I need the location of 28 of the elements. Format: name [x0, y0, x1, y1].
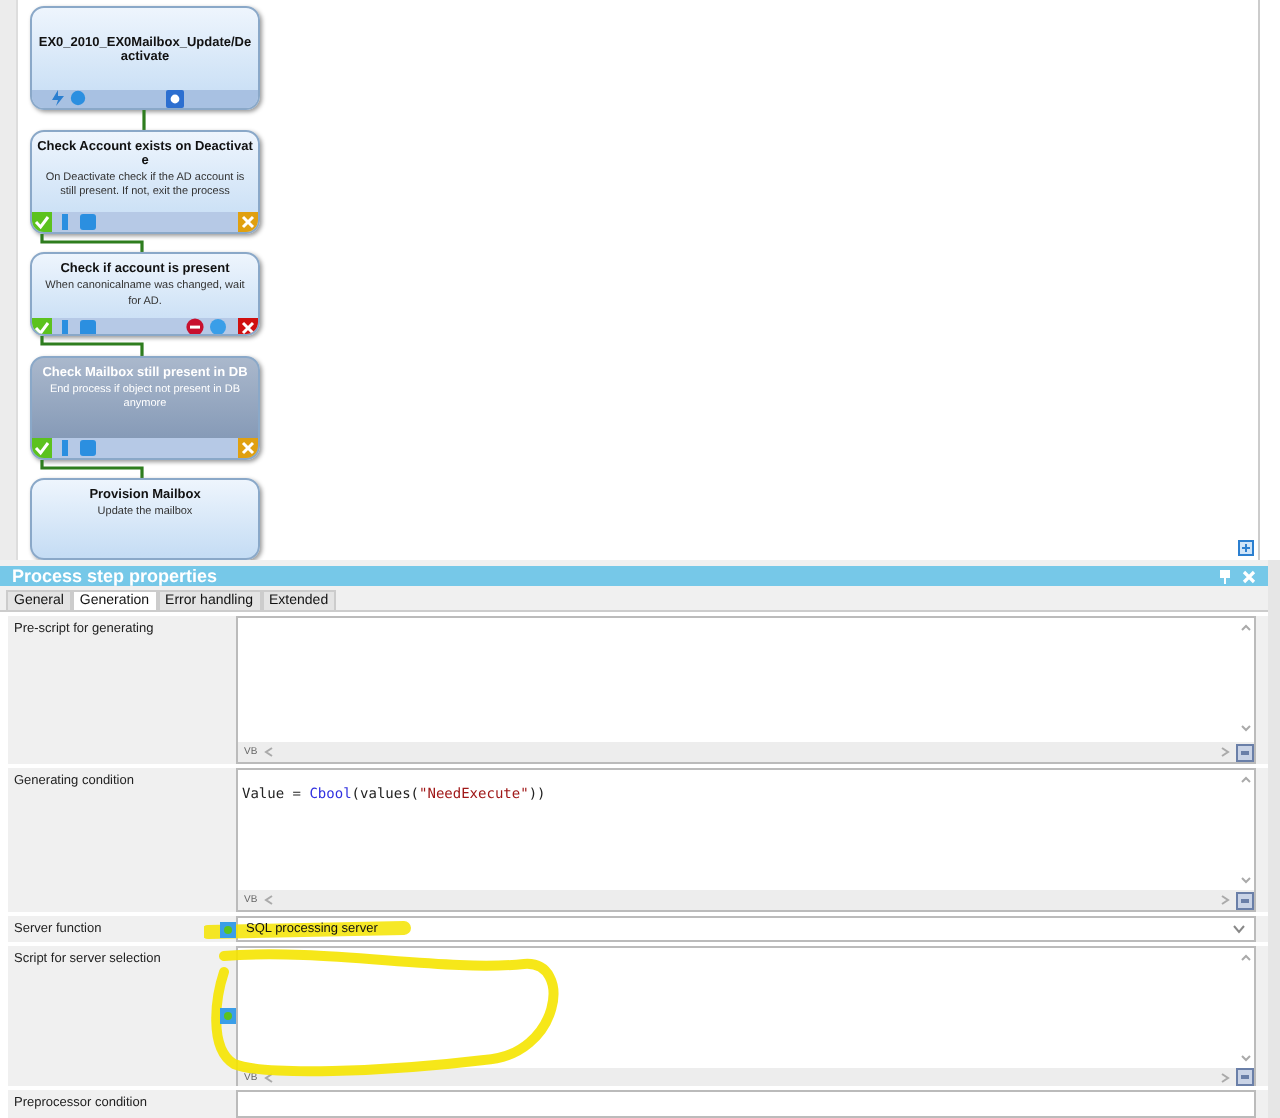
- toolbar-icon: [56, 438, 100, 457]
- check-icon[interactable]: [32, 317, 52, 335]
- scroll-right-icon[interactable]: [1220, 1071, 1230, 1083]
- expand-icon[interactable]: [1236, 1068, 1254, 1086]
- scroll-left-icon[interactable]: [263, 894, 274, 906]
- connector-line: [40, 233, 144, 253]
- scroll-left-icon[interactable]: [263, 1071, 274, 1083]
- check-icon[interactable]: [32, 211, 52, 232]
- toolbar-icon: [56, 212, 100, 231]
- pin-icon[interactable]: [1218, 569, 1232, 583]
- scroll-right-icon[interactable]: [1220, 746, 1230, 758]
- scroll-right-icon[interactable]: [1220, 894, 1230, 906]
- output-port-icon[interactable]: [166, 90, 184, 109]
- close-icon[interactable]: [1242, 569, 1256, 583]
- panel-title: Process step properties: [12, 566, 218, 586]
- grid-icon[interactable]: [1238, 540, 1254, 556]
- check-icon[interactable]: [32, 437, 52, 458]
- expand-icon[interactable]: [1236, 743, 1254, 761]
- connector-line: [40, 336, 144, 356]
- connector-line: [142, 110, 146, 130]
- exit-icon[interactable]: [238, 437, 258, 458]
- toolbar-icon: [56, 318, 100, 335]
- exit-icon[interactable]: [238, 317, 258, 335]
- expand-icon[interactable]: [1236, 891, 1254, 909]
- scroll-left-icon[interactable]: [263, 746, 274, 758]
- connector-line: [40, 459, 144, 479]
- exit-icon[interactable]: [238, 211, 258, 232]
- script-editor[interactable]: [236, 1090, 1256, 1118]
